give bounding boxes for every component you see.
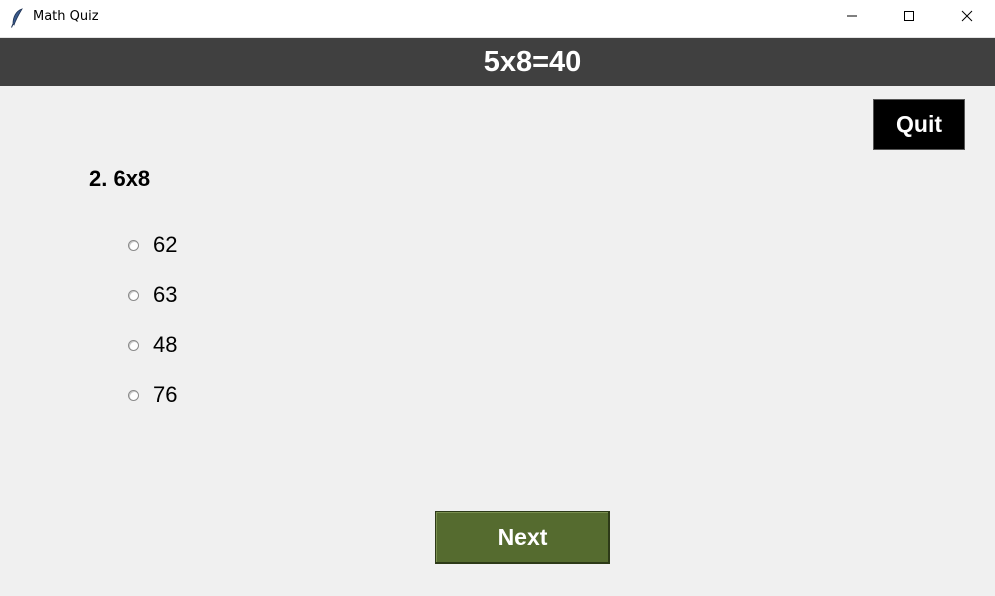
answer-option[interactable]: 76	[128, 380, 177, 410]
quit-button[interactable]: Quit	[873, 99, 965, 150]
maximize-button[interactable]	[880, 0, 938, 35]
title-bar[interactable]: Math Quiz	[0, 0, 995, 38]
close-icon	[961, 9, 973, 27]
window-title: Math Quiz	[33, 9, 99, 24]
question-text: 2. 6x8	[89, 166, 151, 191]
answer-option-label: 63	[153, 282, 178, 307]
result-banner: 5x8=40	[0, 38, 995, 86]
feather-icon	[10, 8, 24, 28]
radio-button[interactable]	[128, 339, 139, 351]
radio-button[interactable]	[128, 389, 139, 401]
app-window: Math Quiz 5x8=40 Quit 2. 6x8 62 63 48 76…	[0, 0, 995, 596]
answer-option[interactable]: 63	[128, 280, 177, 310]
minimize-button[interactable]	[823, 0, 881, 35]
answer-option[interactable]: 48	[128, 330, 177, 360]
answer-option-label: 62	[153, 232, 178, 257]
next-button[interactable]: Next	[435, 511, 610, 564]
maximize-icon	[903, 9, 915, 27]
radio-button[interactable]	[128, 289, 139, 301]
close-button[interactable]	[938, 0, 995, 35]
answer-option-label: 48	[153, 332, 178, 357]
result-text: 5x8=40	[483, 45, 582, 78]
answer-option[interactable]: 62	[128, 230, 177, 260]
minimize-icon	[846, 9, 858, 27]
radio-button[interactable]	[128, 239, 139, 251]
answer-option-label: 76	[153, 382, 178, 407]
